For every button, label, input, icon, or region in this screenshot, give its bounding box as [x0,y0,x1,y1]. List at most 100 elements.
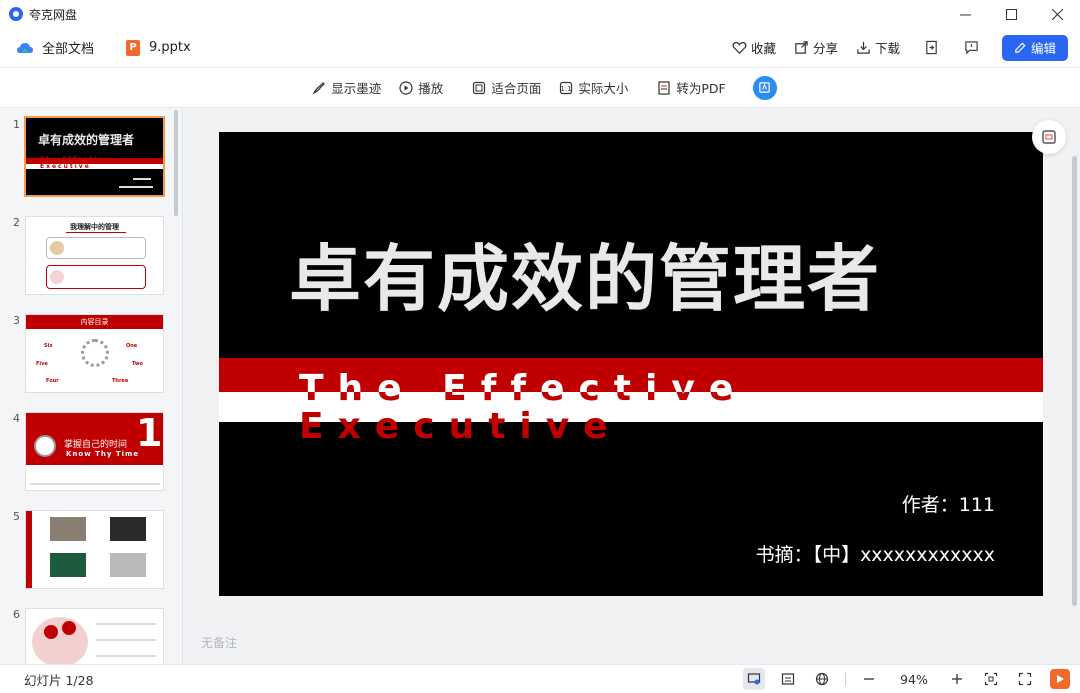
normal-view-button[interactable] [743,668,765,690]
status-bar: 幻灯片 1/28 94% [0,664,1080,693]
heart-icon [732,41,747,54]
thumbnail-item: One [126,343,138,349]
thumbnail-number: 1 [13,118,20,131]
slide-tools-button[interactable] [1032,120,1066,154]
thumbnail-cycle [81,339,109,367]
maximize-button[interactable] [988,0,1034,28]
ai-assistant-button[interactable] [752,75,777,100]
minus-icon [864,678,874,680]
all-documents-link[interactable]: 全部文档 [16,38,94,57]
thumbnail-title: 内容目录 [26,315,163,329]
edit-label: 编辑 [1030,41,1056,56]
slide-thumbnail-3[interactable]: 内容目录 Six One Five Two Four Three [25,314,164,393]
convert-pdf-button[interactable]: 转为PDF [657,78,726,97]
thumbnail-number: 2 [13,216,20,229]
slide-thumbnail-6[interactable] [25,608,164,664]
favorite-label: 收藏 [750,41,776,56]
show-ink-button[interactable]: 显示墨迹 [312,78,381,97]
slide-thumbnail-5[interactable] [25,510,164,589]
thumbnail-node [62,621,76,635]
pptx-file-icon: P [126,39,141,56]
notes-icon [781,673,795,685]
thumbnail-photo [50,517,86,541]
thumbnail-text-line [96,639,156,641]
slide-stage: 卓有成效的管理者 The Effective Executive The Eff… [184,108,1080,664]
download-label: 下载 [874,41,900,56]
stage-scrollbar[interactable] [1072,156,1077,606]
thumbnail-title: 卓有成效的管理者 [38,133,135,147]
fit-page-button[interactable]: 适合页面 [472,78,541,97]
speaker-notes[interactable]: 无备注 [201,634,237,651]
play-icon [1057,675,1064,683]
thumbnail-diagram [32,617,88,664]
notes-view-button[interactable] [777,668,799,690]
thumbnail-title: 掌握自己的时间 [64,440,128,450]
slideshow-play-button[interactable] [1050,669,1070,689]
zoom-in-button[interactable] [946,668,968,690]
header-actions: 收藏 分享 下载 编辑 [714,34,1068,61]
slide-thumbnail-4[interactable]: 掌握自己的时间 Know Thy Time 1 [25,412,164,491]
show-ink-label: 显示墨迹 [331,81,382,96]
fit-screen-button[interactable] [980,668,1002,690]
thumbnail-divider [66,232,126,233]
thumbnail-photo [110,553,146,577]
thumbnail-text-line [30,483,160,485]
export-icon [926,40,938,55]
minimize-button[interactable] [942,0,988,28]
thumbnail-item: Six [44,343,53,349]
globe-icon [815,672,829,686]
slide-subtitle-overlay: The Effective Executive [299,370,748,392]
zoom-out-button[interactable] [858,668,880,690]
feedback-button[interactable] [964,40,980,56]
thumbnail-photo [110,517,146,541]
file-tab[interactable]: P 9.pptx [126,39,191,56]
thumbnail-item: Two [132,361,143,367]
share-label: 分享 [812,41,838,56]
thumbnail-node [44,625,58,639]
pencil-icon [1015,42,1026,53]
thumbnail-number: 4 [13,412,20,425]
web-view-button[interactable] [811,668,833,690]
pdf-icon [658,80,670,95]
export-button[interactable] [924,40,940,56]
thumbnail-text-line [119,186,153,188]
ai-doc-icon [759,82,770,93]
slide-title: 卓有成效的管理者 [289,237,882,321]
slide-book-excerpt: 书摘：【中】xxxxxxxxxxxx [755,544,995,566]
thumbnail-number: 3 [13,314,20,327]
view-controls: 94% [731,668,1070,690]
svg-text:1:1: 1:1 [561,85,572,93]
thumbnail-title: 我理解中的管理 [70,223,119,231]
app-title: 夸克网盘 [29,7,78,22]
thumbnail-text-line [96,655,156,657]
feedback-icon [965,41,979,55]
fullscreen-button[interactable] [1014,668,1036,690]
slide-panel-icon [1042,130,1056,144]
close-button[interactable] [1034,0,1080,28]
thumbnail-subtitle: Know Thy Time [66,450,140,458]
thumbnail-side-bar [26,511,32,588]
slide-thumbnail-panel: 1 卓有成效的管理者 The Effective Executive 2 我理解… [0,108,183,664]
thumbnail-scrollbar[interactable] [174,110,178,216]
slide-view-icon [747,673,761,685]
edit-button[interactable]: 编辑 [1001,34,1068,61]
download-icon [857,41,870,54]
thumbnail-big-number: 1 [136,412,163,455]
thumbnail-photo [50,553,86,577]
zoom-level[interactable]: 94% [894,672,934,687]
current-slide[interactable]: 卓有成效的管理者 The Effective Executive The Eff… [219,132,1043,596]
actual-size-label: 实际大小 [578,81,629,96]
thumbnail-avatar [50,241,64,255]
slide-thumbnail-2[interactable]: 我理解中的管理 [25,216,164,295]
convert-pdf-label: 转为PDF [676,81,726,96]
download-button[interactable]: 下载 [856,38,900,57]
slide-thumbnail-1[interactable]: 卓有成效的管理者 The Effective Executive [24,116,165,197]
favorite-button[interactable]: 收藏 [732,38,776,57]
title-bar: 夸克网盘 [0,0,1080,28]
all-documents-label: 全部文档 [42,42,95,57]
share-button[interactable]: 分享 [794,38,838,57]
play-button[interactable]: 播放 [399,78,443,97]
actual-size-button[interactable]: 1:1 实际大小 [559,78,628,97]
thumbnail-text-line [96,623,156,625]
close-icon [1051,8,1063,20]
